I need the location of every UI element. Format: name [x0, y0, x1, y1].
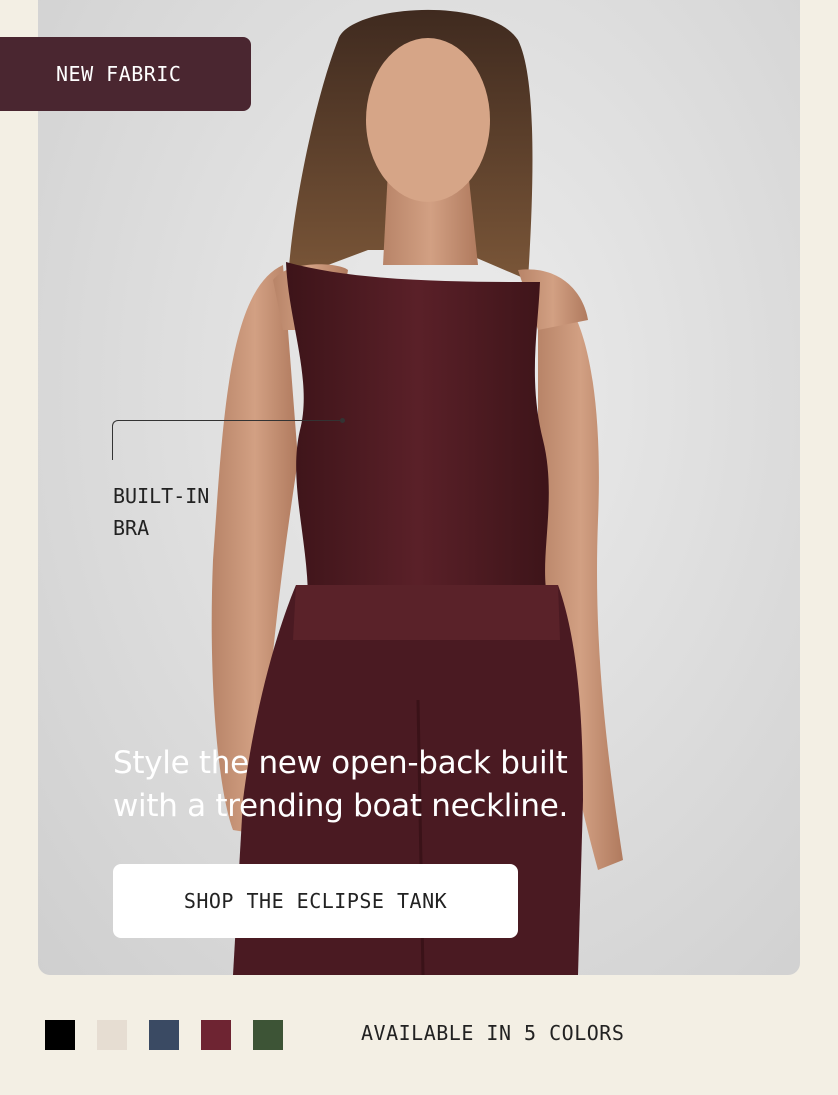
headline-line-2: with a trending boat neckline.: [113, 788, 569, 824]
promo-headline: Style the new open-back built with a tre…: [113, 742, 613, 828]
callout-leader-line: [112, 420, 344, 460]
swatch-cream[interactable]: [97, 1020, 127, 1050]
available-colors-label: AVAILABLE IN 5 COLORS: [361, 1021, 625, 1045]
hero-image-card: BUILT-IN BRA Style the new open-back bui…: [38, 0, 800, 975]
new-fabric-badge: NEW FABRIC: [0, 37, 251, 111]
headline-line-1: Style the new open-back built: [113, 745, 568, 781]
swatch-burgundy[interactable]: [201, 1020, 231, 1050]
callout-line-1: BUILT-IN: [113, 484, 210, 508]
swatch-olive[interactable]: [253, 1020, 283, 1050]
callout-line-2: BRA: [113, 516, 150, 540]
shop-eclipse-tank-button[interactable]: SHOP THE ECLIPSE TANK: [113, 864, 518, 938]
color-swatches: [45, 1020, 305, 1050]
swatch-navy[interactable]: [149, 1020, 179, 1050]
callout-dot: [340, 418, 345, 423]
callout-label: BUILT-IN BRA: [113, 480, 273, 544]
swatch-black[interactable]: [45, 1020, 75, 1050]
